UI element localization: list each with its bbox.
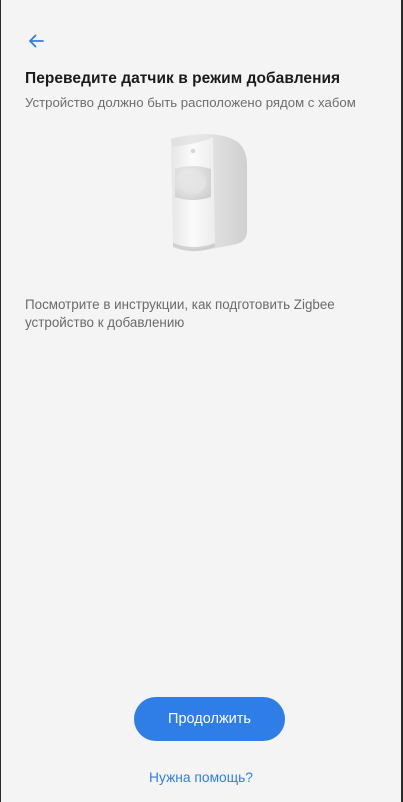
add-device-screen: Переведите датчик в режим добавления Уст… (0, 0, 403, 802)
page-title: Переведите датчик в режим добавления (25, 70, 341, 87)
help-link[interactable]: Нужна помощь? (1, 770, 401, 785)
arrow-left-icon (26, 31, 46, 56)
continue-button[interactable]: Продолжить (134, 697, 285, 741)
page-subtitle: Устройство должно быть расположено рядом… (25, 95, 356, 110)
back-button[interactable] (23, 30, 49, 56)
instruction-text: Посмотрите в инструкции, как подготовить… (25, 297, 335, 330)
motion-sensor-illustration (161, 125, 251, 255)
